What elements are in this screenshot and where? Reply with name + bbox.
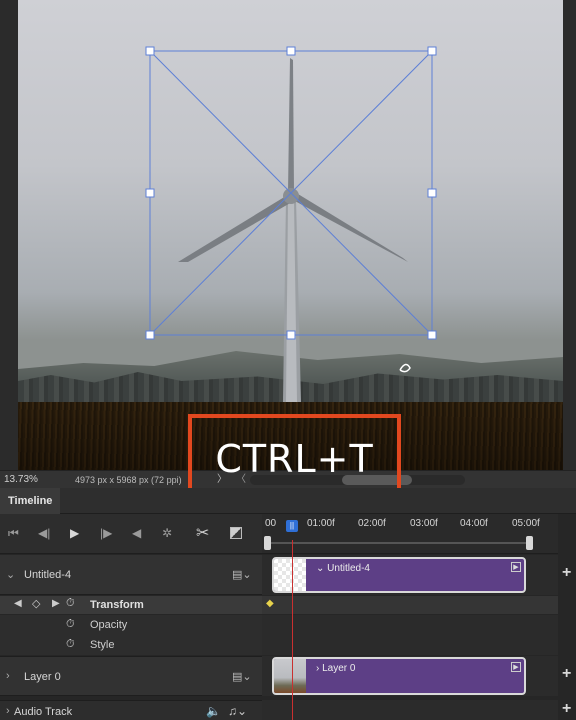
track-audio[interactable]: › Audio Track 🔈 ♫⌄ — [0, 700, 262, 720]
ruler-tick: 05:00f — [512, 518, 540, 529]
playhead-line — [292, 540, 293, 720]
chevron-down-icon[interactable]: ⌄ — [6, 568, 15, 581]
first-frame-icon[interactable]: ⏮ — [8, 526, 19, 541]
track-area-layer-0[interactable]: › Layer 0 ▶ — [262, 656, 558, 696]
property-label: Opacity — [90, 619, 128, 631]
ruler-tick: 00 — [265, 518, 277, 529]
stopwatch-icon[interactable]: ⏱ — [66, 638, 75, 651]
ruler-tick: 02:00f — [358, 518, 386, 529]
clip-untitled-4[interactable]: ⌄ Untitled-4 ▶ — [272, 557, 526, 593]
ruler-tick: 04:00f — [460, 518, 488, 529]
keyframe-diamond-icon[interactable]: ◇ — [32, 597, 40, 610]
chevron-right-icon[interactable]: › — [6, 670, 10, 682]
clip-end-icon[interactable]: ▶ — [511, 562, 521, 572]
track-area-untitled[interactable]: ⌄ Untitled-4 ▶ — [262, 555, 558, 595]
clip-layer-0[interactable]: › Layer 0 ▶ — [272, 657, 526, 695]
add-media-button[interactable]: + — [562, 665, 571, 683]
stopwatch-icon[interactable]: ⏱ — [66, 618, 75, 631]
audio-icon[interactable]: ◀ — [132, 526, 141, 540]
property-label: Transform — [90, 599, 144, 611]
next-frame-icon[interactable]: |▶ — [100, 526, 112, 540]
clip-label: ⌄ Untitled-4 — [316, 563, 370, 574]
play-icon[interactable]: ▶ — [70, 526, 79, 540]
wind-turbine-photo — [18, 0, 563, 472]
track-label: Audio Track — [14, 706, 73, 718]
document-size: 4973 px x 5968 px (72 ppi) — [75, 475, 182, 485]
property-style[interactable]: ⏱ Style — [0, 635, 262, 655]
keyframe-marker-icon[interactable]: ◆ — [266, 598, 274, 609]
speaker-icon[interactable]: 🔈 — [206, 704, 221, 718]
clip-label: › Layer 0 — [316, 663, 356, 674]
next-keyframe-icon[interactable]: ▶ — [52, 598, 60, 609]
zoom-level[interactable]: 13.73% — [4, 471, 38, 489]
turbine-graphic — [178, 58, 408, 402]
property-transform[interactable]: ◀ ◇ ▶ ⏱ Transform — [0, 596, 262, 614]
add-media-button[interactable]: + — [562, 564, 571, 582]
chevron-right-icon[interactable]: › — [6, 705, 10, 717]
property-label: Style — [90, 639, 115, 651]
work-area-start-handle[interactable] — [264, 536, 271, 550]
clip-end-icon[interactable]: ▶ — [511, 662, 521, 672]
clip-thumbnail — [274, 659, 306, 693]
track-layer-0[interactable]: › Layer 0 ▤⌄ — [0, 656, 262, 696]
ruler-tick: 01:00f — [307, 518, 335, 529]
film-strip-icon[interactable]: ▤⌄ — [232, 670, 252, 683]
document-canvas[interactable] — [0, 0, 576, 472]
work-area-end-handle[interactable] — [526, 536, 533, 550]
add-audio-button[interactable]: + — [562, 700, 571, 718]
timeline-panel-header: Timeline — [0, 488, 576, 514]
property-opacity[interactable]: ⏱ Opacity — [0, 615, 262, 635]
track-label: Layer 0 — [24, 671, 61, 683]
clip-thumbnail — [274, 559, 306, 591]
work-area-bar[interactable] — [271, 542, 526, 544]
ruler-tick: 03:00f — [410, 518, 438, 529]
prev-frame-icon[interactable]: ◀| — [38, 526, 50, 540]
track-area-transform[interactable]: ◆ — [262, 596, 558, 614]
music-note-icon[interactable]: ♫⌄ — [228, 704, 247, 718]
split-icon[interactable]: ✂ — [196, 523, 209, 543]
settings-icon[interactable]: ✲ — [162, 526, 172, 540]
track-untitled-4[interactable]: ⌄ Untitled-4 ▤⌄ — [0, 555, 262, 595]
track-label: Untitled-4 — [24, 569, 72, 581]
transition-icon[interactable] — [230, 527, 242, 539]
playhead-handle[interactable]: || — [286, 520, 298, 532]
timeline-controls: ⏮ ◀| ▶ |▶ ◀ ✲ ✂ — [0, 514, 262, 554]
track-area-opacity[interactable] — [262, 615, 558, 635]
track-area-audio[interactable] — [262, 700, 558, 720]
film-strip-icon[interactable]: ▤⌄ — [232, 568, 252, 581]
track-area-style[interactable] — [262, 635, 558, 655]
timeline-ruler[interactable]: 00 01:00f 02:00f 03:00f 04:00f 05:00f || — [262, 514, 558, 554]
shortcut-text: CTRL+T — [215, 436, 374, 481]
tab-timeline[interactable]: Timeline — [0, 488, 61, 514]
stopwatch-icon[interactable]: ⏱ — [66, 597, 75, 610]
prev-keyframe-icon[interactable]: ◀ — [14, 598, 22, 609]
